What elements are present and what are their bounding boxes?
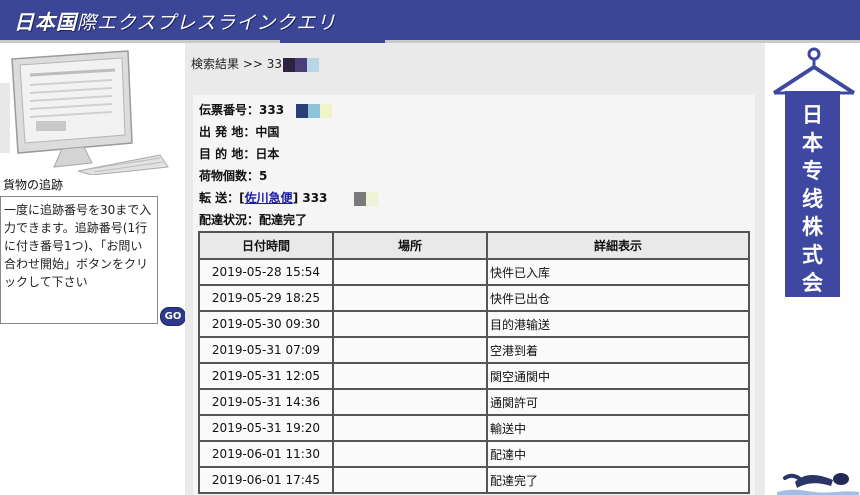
transfer-close: ] <box>292 191 299 205</box>
tracking-history-table: 日付時間 場所 詳細表示 2019-05-28 15:54 快件已入库 2019-0… <box>198 231 750 494</box>
cell-place <box>332 258 488 286</box>
cell-place <box>332 284 488 312</box>
table-header-row: 日付時間 場所 詳細表示 <box>198 231 750 260</box>
pieces-value: 5 <box>259 169 268 183</box>
cell-datetime: 2019-06-01 11:30 <box>198 440 334 468</box>
cell-detail: 関空通関中 <box>486 362 750 390</box>
table-row: 2019-06-01 11:30 配達中 <box>198 440 750 468</box>
transfer-line: 転 送：[佐川急便] 333 <box>199 189 378 206</box>
company-banner: 日本专线株式会社 <box>785 91 840 323</box>
cell-place <box>332 336 488 364</box>
logo-rest-text: 際エクスプレスラインクエリ <box>77 12 337 34</box>
cell-place <box>332 362 488 390</box>
column-header-datetime: 日付時間 <box>198 231 334 260</box>
table-row: 2019-05-31 12:05 関空通関中 <box>198 362 750 390</box>
cell-datetime: 2019-05-31 14:36 <box>198 388 334 416</box>
transfer-carrier-link[interactable]: 佐川急便 <box>245 191 293 205</box>
cell-place <box>332 440 488 468</box>
go-button[interactable]: GO <box>160 307 186 326</box>
cell-detail: 輸送中 <box>486 414 750 442</box>
search-results-panel: 検索結果 >> 333 伝票番号：333 出 発 地：中国 目 的 地：日本 荷… <box>185 43 765 495</box>
waybill-value: 333 <box>259 103 285 117</box>
site-logo[interactable]: 日本国際エクスプレスラインクエリ <box>14 6 336 35</box>
status-label: 配達状況： <box>199 213 260 227</box>
tracking-number-textarea[interactable]: 一度に追跡番号を30まで入力できます。追跡番号(1行に付き番号1つ)、「お問い合… <box>0 196 158 324</box>
cell-place <box>332 310 488 338</box>
breadcrumb: 検索結果 >> 333 <box>191 57 290 71</box>
destination-line: 目 的 地：日本 <box>199 145 279 162</box>
site-header: 日本国際エクスプレスラインクエリ <box>0 0 860 44</box>
logo-bold-text: 日本国 <box>14 10 77 34</box>
swimmer-illustration <box>777 473 859 495</box>
cell-datetime: 2019-05-31 12:05 <box>198 362 334 390</box>
delivery-status-line: 配達状況：配達完了 <box>199 211 307 228</box>
cell-datetime: 2019-05-31 19:20 <box>198 414 334 442</box>
pieces-label: 荷物個数： <box>199 169 260 183</box>
cargo-tracking-title: 貨物の追跡 <box>3 178 64 192</box>
cell-datetime: 2019-05-30 09:30 <box>198 310 334 338</box>
destination-label: 目 的 地： <box>199 147 256 161</box>
table-row: 2019-06-01 17:45 配達完了 <box>198 466 750 494</box>
cell-detail: 通関許可 <box>486 388 750 416</box>
cell-place <box>332 414 488 442</box>
table-row: 2019-05-29 18:25 快件已出仓 <box>198 284 750 312</box>
cell-detail: 空港到着 <box>486 336 750 364</box>
cell-detail: 目的港输送 <box>486 310 750 338</box>
table-row: 2019-05-31 19:20 輸送中 <box>198 414 750 442</box>
origin-line: 出 発 地：中国 <box>199 123 279 140</box>
table-row: 2019-05-31 07:09 空港到着 <box>198 336 750 364</box>
cell-datetime: 2019-05-29 18:25 <box>198 284 334 312</box>
cell-place <box>332 466 488 494</box>
table-row: 2019-05-31 14:36 通関許可 <box>198 388 750 416</box>
pieces-line: 荷物個数：5 <box>199 167 267 184</box>
computer-monitor-illustration <box>0 50 169 175</box>
waybill-line: 伝票番号：333 <box>199 101 333 118</box>
cell-datetime: 2019-05-31 07:09 <box>198 336 334 364</box>
transfer-label: 転 送：[ <box>199 191 245 205</box>
table-row: 2019-05-30 09:30 目的港输送 <box>198 310 750 338</box>
cell-datetime: 2019-05-28 15:54 <box>198 258 334 286</box>
destination-value: 日本 <box>255 147 280 161</box>
origin-value: 中国 <box>255 125 280 139</box>
cell-detail: 快件已出仓 <box>486 284 750 312</box>
column-header-detail: 詳細表示 <box>486 231 750 260</box>
left-sidebar: 貨物の追跡 一度に追跡番号を30まで入力できます。追跡番号(1行に付き番号1つ)… <box>0 43 186 495</box>
cell-place <box>332 388 488 416</box>
right-banner-column: 日本专线株式会社 <box>767 43 860 495</box>
cell-detail: 快件已入库 <box>486 258 750 286</box>
hanger-icon <box>772 47 856 95</box>
banner-text: 日本专线株式会社 <box>802 103 823 323</box>
column-header-place: 場所 <box>332 231 488 260</box>
origin-label: 出 発 地： <box>199 125 256 139</box>
waybill-label: 伝票番号： <box>199 103 260 117</box>
redacted-number-block <box>283 58 319 72</box>
cell-datetime: 2019-06-01 17:45 <box>198 466 334 494</box>
cell-detail: 配達中 <box>486 440 750 468</box>
status-value: 配達完了 <box>259 213 308 227</box>
cell-detail: 配達完了 <box>486 466 750 494</box>
transfer-number: 333 <box>302 191 328 205</box>
table-row: 2019-05-28 15:54 快件已入库 <box>198 258 750 286</box>
